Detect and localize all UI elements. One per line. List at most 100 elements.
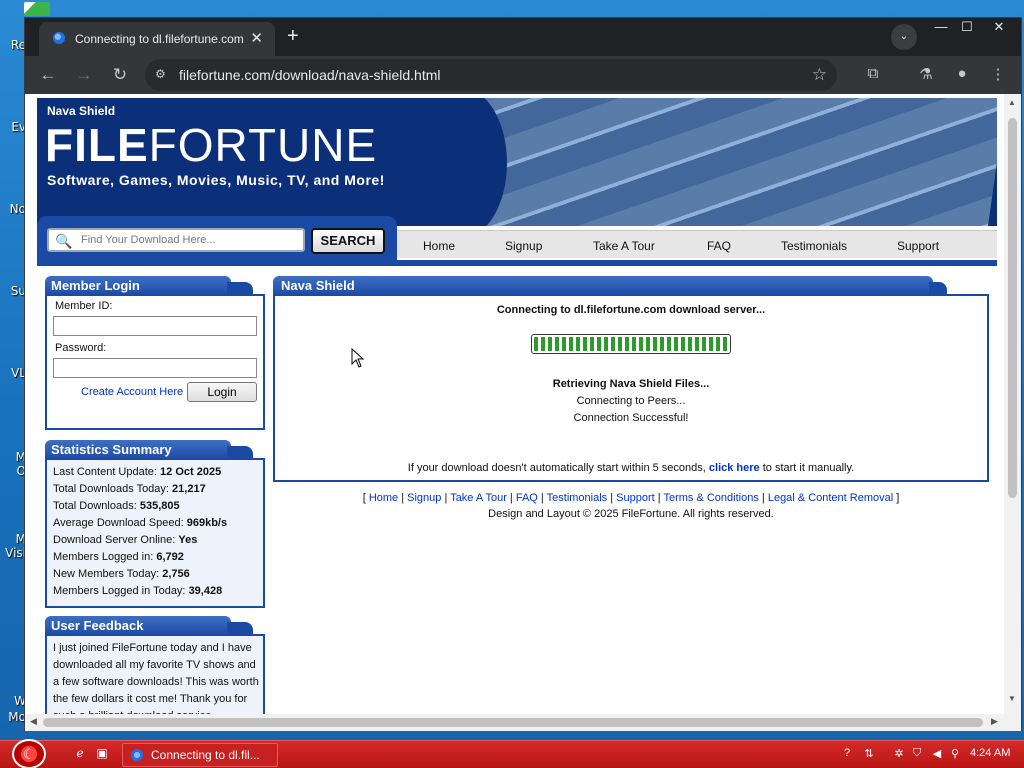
back-icon[interactable]: ←	[37, 64, 59, 86]
mouse-cursor-icon	[351, 348, 365, 368]
main-box-title: Nava Shield	[273, 276, 933, 296]
footer-link-support[interactable]: Support	[616, 492, 655, 504]
url-text[interactable]: filefortune.com/download/nava-shield.htm…	[179, 67, 440, 83]
start-button[interactable]: ☾	[12, 739, 46, 768]
desktop-icon-label[interactable]: VL	[0, 366, 26, 380]
desktop-icon-label[interactable]: Su	[0, 284, 26, 298]
horizontal-scroll-thumb[interactable]	[43, 718, 983, 727]
menu-testimonials[interactable]: Testimonials	[781, 239, 847, 253]
scroll-left-icon[interactable]: ◀	[30, 716, 37, 727]
search-button[interactable]: SEARCH	[311, 228, 385, 254]
search-placeholder: Find Your Download Here...	[81, 234, 216, 246]
stat-row: New Members Today: 2,756	[53, 568, 190, 580]
footer-link-faq[interactable]: FAQ	[516, 492, 538, 504]
progress-fill	[534, 337, 728, 351]
login-button[interactable]: Login	[187, 382, 257, 402]
forward-icon[interactable]: →	[73, 64, 95, 86]
menu-divider	[37, 260, 997, 266]
member-id-field[interactable]	[53, 316, 257, 336]
desktop-icon-label[interactable]: Re	[0, 38, 26, 52]
address-bar[interactable]: ⚙ filefortune.com/download/nava-shield.h…	[145, 59, 837, 91]
reload-icon[interactable]: ↻	[109, 64, 131, 86]
page-viewport: Nava Shield FILEFORTUNE Software, Games,…	[25, 94, 1021, 714]
taskbar-browser-button[interactable]: Connecting to dl.fil...	[122, 743, 278, 767]
logo-bold: FILE	[45, 119, 149, 171]
volume-tray-icon[interactable]: ◀	[930, 747, 944, 761]
stat-value: 12 Oct 2025	[160, 466, 222, 478]
stat-value: 39,428	[188, 585, 223, 597]
stat-label: Total Downloads:	[53, 500, 137, 512]
browser-window: Connecting to dl.filefortune.com ✕ + ⌄ —…	[24, 17, 1022, 731]
member-id-label: Member ID:	[55, 300, 113, 312]
menu-home[interactable]: Home	[423, 239, 455, 253]
help-tray-icon[interactable]: ?	[840, 747, 854, 761]
menu-support[interactable]: Support	[897, 239, 939, 253]
horizontal-scrollbar[interactable]: ◀ ▶	[25, 714, 1021, 731]
desktop-icon-label[interactable]: No	[0, 202, 26, 216]
password-field[interactable]	[53, 358, 257, 378]
site-info-icon[interactable]: ⚙	[155, 67, 171, 83]
menu-kebab-icon[interactable]: ⋮	[988, 65, 1008, 85]
stat-value: 6,792	[156, 551, 184, 563]
user-feedback-box: I just joined FileFortune today and I ha…	[45, 634, 265, 714]
click-here-link[interactable]: click here	[709, 462, 760, 474]
close-tab-icon[interactable]: ✕	[250, 29, 263, 47]
labs-flask-icon[interactable]: ⚗	[916, 65, 936, 85]
download-box: Connecting to dl.filefortune.com downloa…	[273, 294, 989, 482]
loading-tray-icon[interactable]: ✲	[892, 747, 906, 761]
maximize-icon[interactable]: ☐	[951, 18, 983, 36]
search-tray-icon[interactable]: ⚲	[948, 747, 962, 761]
footer-links: [ Home | Signup | Take A Tour | FAQ | Te…	[362, 492, 900, 504]
stat-row: Average Download Speed: 969kb/s	[53, 517, 227, 529]
footer-copyright: Design and Layout © 2025 FileFortune. Al…	[488, 508, 774, 520]
scroll-right-icon[interactable]: ▶	[991, 716, 998, 727]
desktop-icon-label[interactable]: W	[0, 694, 26, 708]
scroll-up-icon[interactable]: ▲	[1008, 98, 1016, 107]
desktop-icon-label[interactable]: Mo	[0, 710, 26, 724]
footer-link-terms[interactable]: Terms & Conditions	[663, 492, 758, 504]
profile-icon[interactable]: ●	[952, 65, 972, 85]
extensions-icon[interactable]: ⧉	[863, 65, 883, 85]
browser-task-icon	[131, 749, 143, 761]
ie-quicklaunch-icon[interactable]: ℯ	[72, 746, 88, 762]
menu-take-a-tour[interactable]: Take A Tour	[593, 239, 655, 253]
browser-toolbar: ← → ↻ ⚙ filefortune.com/download/nava-sh…	[25, 56, 1021, 94]
stat-row: Total Downloads: 535,805	[53, 500, 180, 512]
desktop-icon-label[interactable]: M	[0, 450, 26, 464]
create-account-link[interactable]: Create Account Here	[81, 386, 183, 398]
taskbar: ☾ ℯ ▣ Connecting to dl.fil... ? ⇅ ✲ ⛉ ◀ …	[0, 739, 1024, 768]
browser-tab[interactable]: Connecting to dl.filefortune.com ✕	[39, 22, 275, 56]
desktop-icon-label[interactable]: O	[0, 464, 26, 478]
vertical-scroll-thumb[interactable]	[1008, 118, 1017, 498]
network-tray-icon[interactable]: ⇅	[862, 747, 876, 761]
shield-tray-icon[interactable]: ⛉	[910, 747, 924, 761]
desktop-shortcut-icon[interactable]	[24, 2, 50, 16]
menu-signup[interactable]: Signup	[505, 239, 542, 253]
bookmark-star-icon[interactable]: ☆	[812, 65, 827, 85]
footer-link-testimonials[interactable]: Testimonials	[547, 492, 608, 504]
stat-value: 969kb/s	[186, 517, 228, 529]
connecting-status: Connecting to dl.filefortune.com downloa…	[496, 304, 766, 316]
new-tab-icon[interactable]: +	[287, 25, 299, 48]
tab-title: Connecting to dl.filefortune.com	[75, 32, 243, 46]
desktop-icon-label[interactable]: M	[0, 532, 26, 546]
close-window-icon[interactable]: ✕	[983, 18, 1015, 36]
stat-value: Yes	[178, 534, 198, 546]
scroll-down-icon[interactable]: ▼	[1008, 694, 1016, 703]
footer-link-home[interactable]: Home	[369, 492, 398, 504]
desktop-icon-label[interactable]: Visi	[0, 546, 26, 560]
stat-label: Members Logged in:	[53, 551, 154, 563]
desktop-icon-label[interactable]: Ev	[0, 120, 26, 134]
footer-link-signup[interactable]: Signup	[407, 492, 441, 504]
search-input[interactable]: 🔍 Find Your Download Here...	[47, 228, 305, 252]
tab-search-icon[interactable]: ⌄	[891, 24, 917, 50]
explorer-quicklaunch-icon[interactable]: ▣	[94, 746, 110, 762]
footer-link-tour[interactable]: Take A Tour	[450, 492, 507, 504]
stat-row: Members Logged in Today: 39,428	[53, 585, 222, 597]
vertical-scrollbar[interactable]: ▲ ▼	[1004, 94, 1021, 714]
stat-value: 21,217	[172, 483, 206, 495]
menu-faq[interactable]: FAQ	[707, 239, 731, 253]
site-menu: Home Signup Take A Tour FAQ Testimonials…	[397, 230, 997, 258]
site-logo[interactable]: FILEFORTUNE	[45, 118, 377, 172]
footer-link-legal[interactable]: Legal & Content Removal	[768, 492, 893, 504]
